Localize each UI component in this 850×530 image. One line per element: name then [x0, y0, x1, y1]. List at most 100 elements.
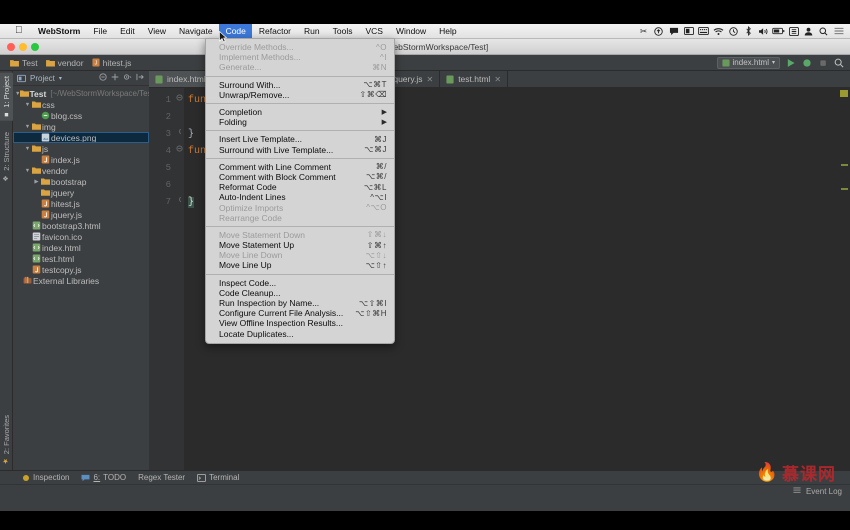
tree-node-index-js[interactable]: index.js	[13, 154, 149, 165]
menu-item-window[interactable]: Window	[389, 24, 432, 39]
code-folding-strip[interactable]	[175, 88, 184, 470]
tree-node-img[interactable]: ▼ img	[13, 121, 149, 132]
tree-node-bootstrap[interactable]: ▶ bootstrap	[13, 176, 149, 187]
tree-node-hitest-js[interactable]: hitest.js	[13, 198, 149, 209]
menu-item-locate-duplicates[interactable]: Locate Duplicates...	[206, 329, 394, 339]
fold-marker-icon[interactable]	[176, 145, 183, 152]
tree-node-js[interactable]: ▼ js	[13, 143, 149, 154]
menu-item-vcs[interactable]: VCS	[359, 24, 389, 39]
tree-node-testcopy-js[interactable]: testcopy.js	[13, 264, 149, 275]
tree-node-jquery[interactable]: jquery	[13, 187, 149, 198]
settings-icon[interactable]	[123, 73, 132, 83]
spotlight-search-icon[interactable]	[816, 24, 831, 39]
stop-button[interactable]	[817, 57, 828, 68]
chevron-right-icon[interactable]: ▶	[33, 179, 40, 185]
menu-item-configure-current-file-analysis[interactable]: Configure Current File Analysis... ⌥⇧⌘H	[206, 308, 394, 318]
locate-file-icon[interactable]	[111, 73, 119, 83]
menu-item-help[interactable]: Help	[433, 24, 463, 39]
chevron-down-icon[interactable]: ▼	[24, 168, 31, 174]
tree-node-bootstrap3-html[interactable]: bootstrap3.html	[13, 220, 149, 231]
tool-button-regex-tester[interactable]: Regex Tester	[138, 473, 185, 482]
tree-node-devices-png[interactable]: devices.png	[13, 132, 149, 143]
close-icon[interactable]: ✕	[426, 75, 433, 84]
apple-icon[interactable]: 	[15, 26, 23, 36]
bluetooth-icon[interactable]	[741, 24, 756, 39]
debug-button[interactable]	[801, 57, 812, 68]
volume-icon[interactable]	[756, 24, 771, 39]
fold-marker-icon[interactable]	[176, 94, 183, 101]
search-everywhere-button[interactable]	[833, 57, 844, 68]
editor-tab-test-html[interactable]: test.html ✕	[440, 71, 509, 87]
menu-item-comment-with-line-comment[interactable]: Comment with Line Comment ⌘/	[206, 162, 394, 172]
sidebar-item-structure[interactable]: ❖ 2: Structure	[0, 129, 13, 185]
wifi-icon[interactable]	[711, 24, 726, 39]
menu-item-comment-with-block-comment[interactable]: Comment with Block Comment ⌥⌘/	[206, 172, 394, 182]
menu-item-run-inspection-by-name[interactable]: Run Inspection by Name... ⌥⇧⌘I	[206, 298, 394, 308]
menu-item-unwrap-remove[interactable]: Unwrap/Remove... ⇧⌘⌫	[206, 90, 394, 100]
menu-item-surround-with[interactable]: Surround With... ⌥⌘T	[206, 80, 394, 90]
tree-node-vendor[interactable]: ▼ vendor	[13, 165, 149, 176]
menu-item-view[interactable]: View	[141, 24, 172, 39]
menu-item-auto-indent-lines[interactable]: Auto-Indent Lines ^⌥I	[206, 192, 394, 202]
screen-record-icon[interactable]	[681, 24, 696, 39]
menu-item-inspect-code[interactable]: Inspect Code...	[206, 278, 394, 288]
tree-node-test-html[interactable]: test.html	[13, 253, 149, 264]
tree-node-blog-css[interactable]: blog.css	[13, 110, 149, 121]
list-menu-icon[interactable]	[831, 24, 846, 39]
upload-circle-icon[interactable]	[651, 24, 666, 39]
chevron-down-icon[interactable]: ▾	[772, 59, 775, 66]
breadcrumb-item-vendor[interactable]: vendor	[45, 58, 88, 68]
event-log-icon[interactable]	[793, 486, 801, 497]
display-icon[interactable]	[786, 24, 801, 39]
chevron-down-icon[interactable]: ▼	[24, 124, 31, 130]
menu-item-move-statement-up[interactable]: Move Statement Up ⇧⌘↑	[206, 240, 394, 250]
menu-item-run[interactable]: Run	[298, 24, 327, 39]
tree-node-jquery-js[interactable]: jquery.js	[13, 209, 149, 220]
fold-end-icon[interactable]	[176, 196, 183, 203]
collapse-all-icon[interactable]	[99, 73, 107, 83]
battery-icon[interactable]	[771, 24, 786, 39]
tree-node-test[interactable]: ▼ Test [~/WebStormWorkspace/Test]	[13, 88, 149, 99]
chevron-down-icon[interactable]: ▾	[59, 75, 62, 82]
code-dropdown-menu[interactable]: Override Methods... ^O Implement Methods..…	[205, 38, 395, 344]
tree-node-external-libraries[interactable]: External Libraries	[13, 275, 149, 286]
menu-item-webstorm[interactable]: WebStorm	[32, 24, 87, 39]
menu-item-move-line-up[interactable]: Move Line Up ⌥⇧↑	[206, 260, 394, 270]
keyboard-icon[interactable]	[696, 24, 711, 39]
hide-panel-icon[interactable]	[136, 73, 145, 83]
tool-button-terminal[interactable]: Terminal	[197, 473, 239, 482]
menu-item-completion[interactable]: Completion ▶	[206, 107, 394, 117]
fold-end-icon[interactable]	[176, 128, 183, 135]
breadcrumb-item-hitest[interactable]: J hitest.js	[92, 58, 136, 68]
menu-item-edit[interactable]: Edit	[114, 24, 142, 39]
clock-icon[interactable]	[726, 24, 741, 39]
close-icon[interactable]: ✕	[494, 75, 501, 84]
menu-item-tools[interactable]: Tools	[326, 24, 359, 39]
menu-item-folding[interactable]: Folding ▶	[206, 117, 394, 127]
tree-node-css[interactable]: ▼ css	[13, 99, 149, 110]
editor-marker-scrollbar[interactable]	[838, 88, 850, 470]
menu-item-reformat-code[interactable]: Reformat Code ⌥⌘L	[206, 182, 394, 192]
sidebar-item-project[interactable]: ■ 1: Project	[0, 73, 13, 121]
speech-bubble-icon[interactable]	[666, 24, 681, 39]
run-button[interactable]	[785, 57, 796, 68]
menu-item-refactor[interactable]: Refactor	[252, 24, 297, 39]
event-log-button[interactable]: Event Log	[806, 487, 842, 496]
menu-item-insert-live-template[interactable]: Insert Live Template... ⌘J	[206, 134, 394, 144]
tree-node-favicon-ico[interactable]: favicon.ico	[13, 231, 149, 242]
menu-item-code-cleanup[interactable]: Code Cleanup...	[206, 288, 394, 298]
chevron-down-icon[interactable]: ▼	[24, 146, 31, 152]
sidebar-item-favorites[interactable]: ★ 2: Favorites	[0, 412, 13, 468]
run-configuration-selector[interactable]: index.html ▾	[716, 56, 780, 69]
scissors-icon[interactable]: ✂	[636, 24, 651, 39]
tool-button-inspection[interactable]: Inspection	[22, 473, 69, 482]
chevron-down-icon[interactable]: ▼	[24, 102, 31, 108]
menu-item-surround-with-live-template[interactable]: Surround with Live Template... ⌥⌘J	[206, 145, 394, 155]
tool-button-todo[interactable]: 6: TODO	[81, 473, 126, 482]
menu-item-view-offline-inspection-results[interactable]: View Offline Inspection Results...	[206, 318, 394, 328]
breadcrumb-item-test[interactable]: Test	[10, 58, 42, 68]
tree-node-index-html[interactable]: index.html	[13, 242, 149, 253]
menu-item-navigate[interactable]: Navigate	[173, 24, 220, 39]
user-icon[interactable]	[801, 24, 816, 39]
menu-item-file[interactable]: File	[87, 24, 114, 39]
